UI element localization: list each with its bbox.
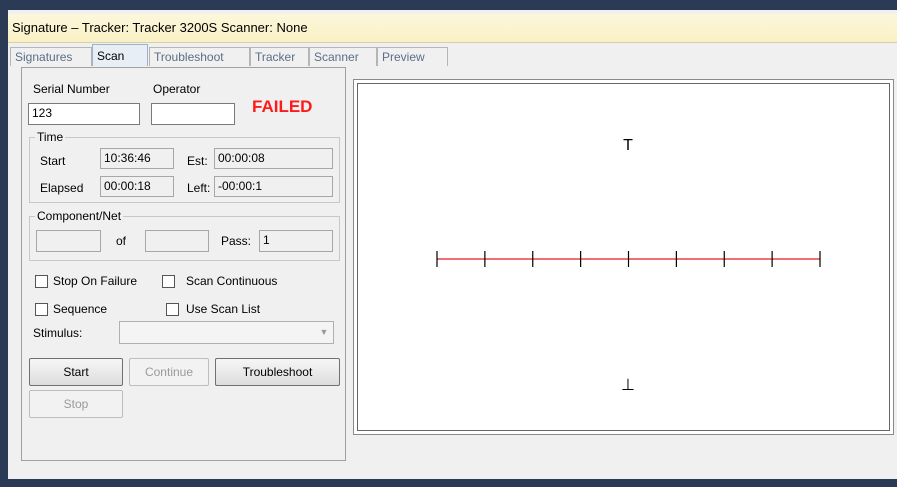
est-time-label: Est: [187,154,208,168]
window-frame-bottom [0,479,897,487]
stimulus-label: Stimulus: [33,326,83,340]
tab-signatures[interactable]: Signatures [10,47,92,66]
serial-number-label: Serial Number [33,82,110,96]
tab-preview[interactable]: Preview [377,47,448,66]
troubleshoot-button[interactable]: Troubleshoot [215,358,340,386]
scan-continuous-checkbox[interactable] [162,275,175,288]
est-time-field: 00:00:08 [214,148,333,169]
tab-scan[interactable]: Scan [92,44,148,66]
use-scan-list-label[interactable]: Use Scan List [186,302,260,316]
window-frame-left [0,10,8,487]
serial-number-input[interactable]: 123 [28,103,140,125]
time-group-label: Time [35,130,66,144]
scan-continuous-label[interactable]: Scan Continuous [186,274,277,288]
pass-count-field: 1 [259,230,333,252]
operator-label: Operator [153,82,201,96]
tab-tracker[interactable]: Tracker [250,47,309,66]
tab-strip: Signatures Scan Troubleshoot Tracker Sca… [8,44,897,66]
sequence-label[interactable]: Sequence [53,302,107,316]
stop-on-failure-checkbox[interactable] [35,275,48,288]
scan-trace-canvas: T ⊥ [436,137,821,394]
start-time-field: 10:36:46 [100,148,174,169]
continue-button[interactable]: Continue [129,358,209,386]
component-net-label: Component/Net [35,209,124,223]
left-time-label: Left: [187,181,211,195]
status-failed: FAILED [252,97,313,116]
elapsed-time-label: Elapsed [40,181,84,195]
tab-troubleshoot[interactable]: Troubleshoot [149,47,250,66]
window-frame-top [0,0,897,10]
left-time-field: -00:00:1 [214,176,333,197]
window-title: Signature – Tracker: Tracker 3200S Scann… [12,20,308,35]
chevron-down-icon: ▼ [319,327,329,337]
stop-on-failure-label[interactable]: Stop On Failure [53,274,137,288]
scan-display[interactable]: T ⊥ [357,83,890,431]
start-time-label: Start [40,154,66,168]
use-scan-list-checkbox[interactable] [166,303,179,316]
pass-label: Pass: [221,234,252,248]
operator-input[interactable] [151,103,235,125]
component-current-field [36,230,101,252]
component-total-field [145,230,209,252]
of-label: of [116,234,127,248]
top-marker: T [623,137,633,154]
sequence-checkbox[interactable] [35,303,48,316]
stop-button[interactable]: Stop [29,390,123,418]
start-button[interactable]: Start [29,358,123,386]
bottom-marker: ⊥ [621,375,635,394]
elapsed-time-field: 00:00:18 [100,176,174,197]
tab-scanner[interactable]: Scanner [309,47,377,66]
stimulus-dropdown[interactable]: ▼ [119,321,334,344]
